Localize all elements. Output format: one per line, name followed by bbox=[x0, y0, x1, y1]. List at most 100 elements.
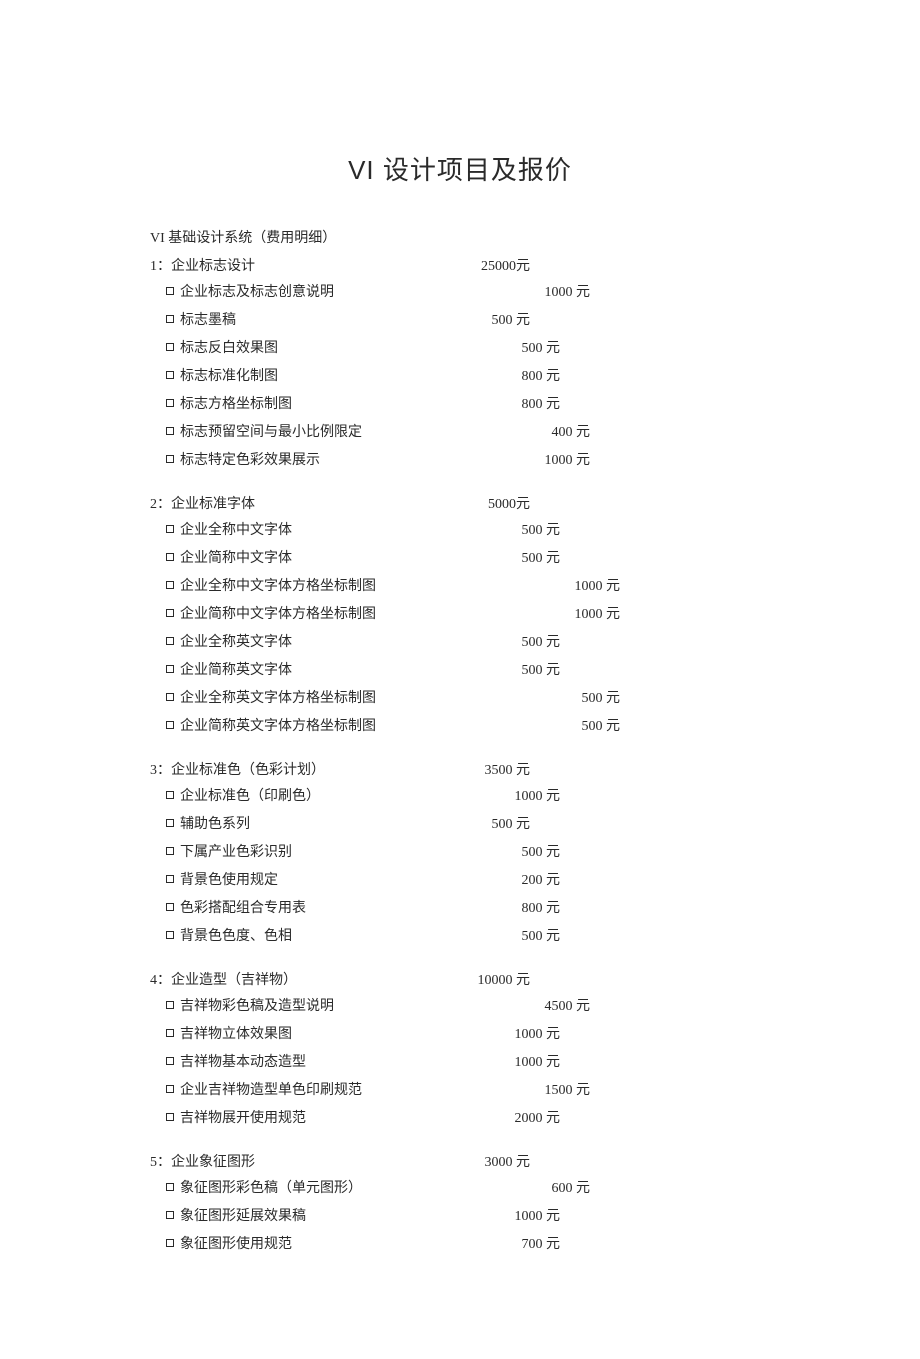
item-label-text: 标志特定色彩效果展示 bbox=[180, 453, 320, 468]
item-label: 企业全称英文字体 bbox=[166, 629, 292, 657]
item-price: 500 元 bbox=[492, 307, 531, 335]
bullet-icon bbox=[166, 1183, 174, 1191]
item-label: 辅助色系列 bbox=[166, 811, 250, 839]
bullet-icon bbox=[166, 427, 174, 435]
bullet-icon bbox=[166, 847, 174, 855]
list-item: 色彩搭配组合专用表 800 元 bbox=[150, 895, 560, 923]
section-heading: 1：企业标志设计 25000元 bbox=[150, 255, 530, 275]
item-price: 800 元 bbox=[522, 895, 561, 923]
item-price: 500 元 bbox=[582, 713, 621, 741]
list-item: 背景色色度、色相 500 元 bbox=[150, 923, 560, 951]
item-label: 企业简称中文字体方格坐标制图 bbox=[166, 601, 376, 629]
bullet-icon bbox=[166, 343, 174, 351]
list-item: 标志特定色彩效果展示 1000 元 bbox=[150, 447, 590, 475]
item-label: 象征图形彩色稿（单元图形） bbox=[166, 1175, 362, 1203]
item-label: 吉祥物立体效果图 bbox=[166, 1021, 292, 1049]
bullet-icon bbox=[166, 637, 174, 645]
bullet-icon bbox=[166, 1113, 174, 1121]
section-heading-price: 10000 元 bbox=[478, 969, 531, 989]
item-price: 500 元 bbox=[522, 923, 561, 951]
list-item: 企业标志及标志创意说明 1000 元 bbox=[150, 279, 590, 307]
item-label: 企业简称英文字体方格坐标制图 bbox=[166, 713, 376, 741]
bullet-icon bbox=[166, 875, 174, 883]
page-title: VI 设计项目及报价 bbox=[150, 150, 770, 187]
list-item: 标志标准化制图800 元 bbox=[150, 363, 560, 391]
section-heading-price: 25000元 bbox=[481, 255, 530, 275]
item-label: 背景色色度、色相 bbox=[166, 923, 292, 951]
item-label: 吉祥物展开使用规范 bbox=[166, 1105, 306, 1133]
item-price: 800 元 bbox=[522, 363, 561, 391]
bullet-icon bbox=[166, 791, 174, 799]
item-price: 2000 元 bbox=[515, 1105, 561, 1133]
item-price: 1500 元 bbox=[545, 1077, 591, 1105]
bullet-icon bbox=[166, 1029, 174, 1037]
item-price: 1000 元 bbox=[545, 447, 591, 475]
item-price: 1000 元 bbox=[575, 601, 621, 629]
list-item: 吉祥物展开使用规范 2000 元 bbox=[150, 1105, 560, 1133]
bullet-icon bbox=[166, 819, 174, 827]
item-price: 1000 元 bbox=[575, 573, 621, 601]
item-price: 1000 元 bbox=[515, 783, 561, 811]
list-item: 企业标准色（印刷色） 1000 元 bbox=[150, 783, 560, 811]
item-label: 企业简称英文字体 bbox=[166, 657, 292, 685]
list-item: 下属产业色彩识别 500 元 bbox=[150, 839, 560, 867]
bullet-icon bbox=[166, 455, 174, 463]
section-heading: 5：企业象征图形 3000 元 bbox=[150, 1151, 530, 1171]
item-label: 标志特定色彩效果展示 bbox=[166, 447, 320, 475]
list-item: 辅助色系列500 元 bbox=[150, 811, 530, 839]
item-label-text: 标志方格坐标制图 bbox=[180, 397, 292, 412]
bullet-icon bbox=[166, 1239, 174, 1247]
bullet-icon bbox=[166, 609, 174, 617]
item-label-text: 背景色色度、色相 bbox=[180, 929, 292, 944]
item-label-text: 辅助色系列 bbox=[180, 817, 250, 832]
item-label-text: 企业标志及标志创意说明 bbox=[180, 285, 334, 300]
bullet-icon bbox=[166, 581, 174, 589]
item-price: 600 元 bbox=[552, 1175, 591, 1203]
bullet-icon bbox=[166, 315, 174, 323]
bullet-icon bbox=[166, 1085, 174, 1093]
item-price: 800 元 bbox=[522, 391, 561, 419]
list-item: 企业吉祥物造型单色印刷规范 1500 元 bbox=[150, 1077, 590, 1105]
item-label-text: 企业全称英文字体 bbox=[180, 635, 292, 650]
item-label: 企业标准色（印刷色） bbox=[166, 783, 320, 811]
page-subtitle: VI 基础设计系统（费用明细） bbox=[150, 227, 770, 247]
bullet-icon bbox=[166, 1057, 174, 1065]
item-label-text: 象征图形使用规范 bbox=[180, 1237, 292, 1252]
item-price: 500 元 bbox=[522, 839, 561, 867]
list-item: 企业全称英文字体500 元 bbox=[150, 629, 560, 657]
item-label-text: 象征图形延展效果稿 bbox=[180, 1209, 306, 1224]
section-heading-label: 1：企业标志设计 bbox=[150, 255, 255, 275]
section-heading-label: 5：企业象征图形 bbox=[150, 1151, 255, 1171]
item-label: 下属产业色彩识别 bbox=[166, 839, 292, 867]
bullet-icon bbox=[166, 721, 174, 729]
section-heading-label: 3：企业标准色（色彩计划） bbox=[150, 759, 325, 779]
item-price: 1000 元 bbox=[515, 1021, 561, 1049]
item-label-text: 色彩搭配组合专用表 bbox=[180, 901, 306, 916]
bullet-icon bbox=[166, 371, 174, 379]
section-heading-price: 3000 元 bbox=[485, 1151, 531, 1171]
item-label: 吉祥物彩色稿及造型说明 bbox=[166, 993, 334, 1021]
bullet-icon bbox=[166, 287, 174, 295]
bullet-icon bbox=[166, 553, 174, 561]
list-item: 标志方格坐标制图 800 元 bbox=[150, 391, 560, 419]
list-item: 企业简称中文字体方格坐标制图 1000 元 bbox=[150, 601, 620, 629]
list-item: 象征图形彩色稿（单元图形） 600 元 bbox=[150, 1175, 590, 1203]
item-label: 企业全称中文字体方格坐标制图 bbox=[166, 573, 376, 601]
list-item: 企业全称英文字体方格坐标制图500 元 bbox=[150, 685, 620, 713]
list-item: 象征图形延展效果稿1000 元 bbox=[150, 1203, 560, 1231]
item-label-text: 标志预留空间与最小比例限定 bbox=[180, 425, 362, 440]
item-label: 企业吉祥物造型单色印刷规范 bbox=[166, 1077, 362, 1105]
item-price: 1000 元 bbox=[545, 279, 591, 307]
item-label-text: 企业全称中文字体方格坐标制图 bbox=[180, 579, 376, 594]
item-label-text: 标志反白效果图 bbox=[180, 341, 278, 356]
list-item: 企业全称中文字体方格坐标制图 1000 元 bbox=[150, 573, 620, 601]
item-label-text: 象征图形彩色稿（单元图形） bbox=[180, 1181, 362, 1196]
list-item: 标志墨稿500 元 bbox=[150, 307, 530, 335]
list-item: 标志反白效果图500 元 bbox=[150, 335, 560, 363]
item-label-text: 吉祥物彩色稿及造型说明 bbox=[180, 999, 334, 1014]
section-heading: 2：企业标准字体5000元 bbox=[150, 493, 530, 513]
item-label: 企业简称中文字体 bbox=[166, 545, 292, 573]
bullet-icon bbox=[166, 525, 174, 533]
bullet-icon bbox=[166, 665, 174, 673]
item-price: 500 元 bbox=[582, 685, 621, 713]
